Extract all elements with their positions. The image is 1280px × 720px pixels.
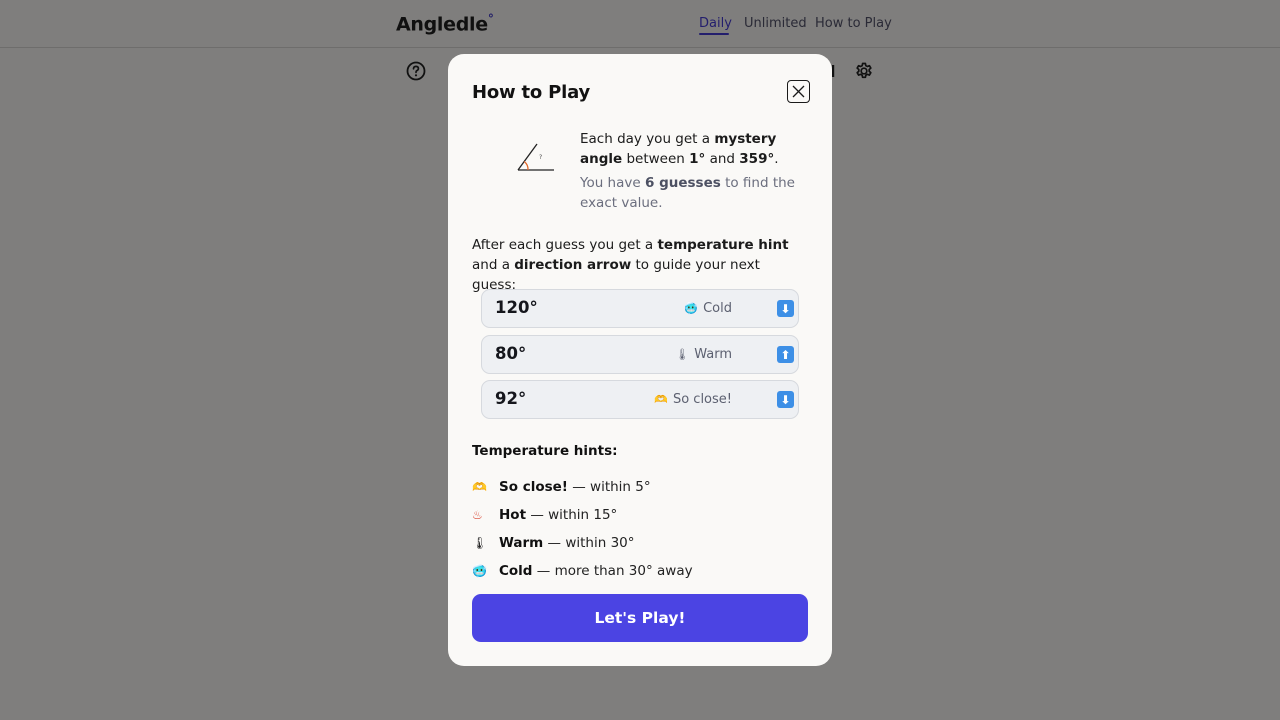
temperature-hint: 🌡 Warm — [675, 347, 732, 362]
hot-springs-icon: ♨ — [472, 508, 483, 522]
hint-legend-item: 🫶 So close! — within 5° — [472, 479, 651, 495]
top-navigation-bar: Angledle° Daily Unlimited How to Play — [0, 0, 1280, 48]
guess-value: 80° — [495, 344, 527, 363]
help-circle-icon[interactable] — [405, 60, 427, 82]
cold-icon: 🥶 — [472, 564, 487, 578]
thermometer-icon: 🌡 — [472, 536, 488, 550]
heart-hands-icon: 🫶 — [472, 480, 487, 494]
temperature-hint: 🥶 Cold — [684, 301, 732, 316]
nav-active-underline — [699, 33, 729, 35]
app-logo[interactable]: Angledle° — [396, 12, 494, 35]
guess-value: 92° — [495, 389, 527, 408]
how-to-play-modal: How to Play ? Each day you get a mystery… — [448, 54, 832, 666]
svg-text:?: ? — [539, 154, 542, 161]
temperature-hint: 🫶 So close! — [654, 392, 732, 407]
example-guess-row: 92° 🫶 So close! ⬇ — [481, 380, 799, 419]
hint-explanation-text: After each guess you get a temperature h… — [472, 237, 789, 293]
modal-title: How to Play — [472, 82, 591, 103]
close-button[interactable] — [787, 80, 810, 103]
hint-legend-item: 🥶 Cold — more than 30° away — [472, 563, 693, 579]
example-guess-row: 120° 🥶 Cold ⬇ — [481, 289, 799, 328]
hint-legend-item: ♨ Hot — within 15° — [472, 507, 618, 523]
guess-value: 120° — [495, 298, 538, 317]
nav-daily[interactable]: Daily — [699, 16, 732, 31]
arrow-up-icon: ⬆ — [777, 346, 794, 363]
cold-icon: 🥶 — [684, 302, 699, 315]
angle-illustration-icon: ? — [517, 143, 554, 171]
gear-icon[interactable] — [853, 60, 875, 82]
guesses-text: You have 6 guesses to find the exact val… — [580, 175, 795, 211]
lets-play-button[interactable]: Let's Play! — [472, 594, 808, 642]
temperature-hints-heading: Temperature hints: — [472, 443, 618, 459]
heart-hands-icon: 🫶 — [654, 393, 668, 406]
nav-how-to-play[interactable]: How to Play — [815, 16, 892, 31]
nav-unlimited[interactable]: Unlimited — [744, 16, 807, 31]
close-icon — [792, 85, 805, 98]
hint-legend-item: 🌡 Warm — within 30° — [472, 535, 635, 551]
intro-text: Each day you get a mystery angle between… — [580, 131, 779, 167]
arrow-down-icon: ⬇ — [777, 300, 794, 317]
thermometer-icon: 🌡 — [675, 348, 690, 361]
arrow-down-icon: ⬇ — [777, 391, 794, 408]
example-guess-row: 80° 🌡 Warm ⬆ — [481, 335, 799, 374]
